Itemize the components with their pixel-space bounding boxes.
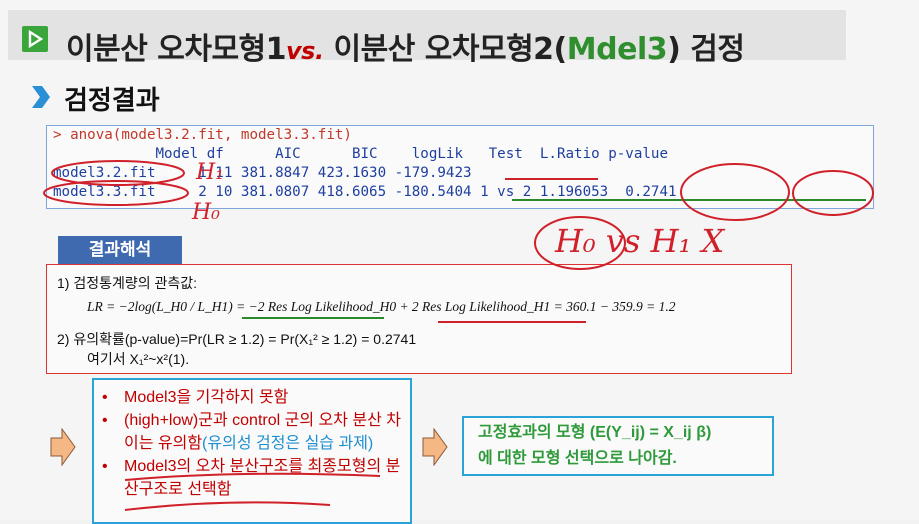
section-heading: 검정결과: [64, 86, 160, 116]
arrow-right-icon: [50, 428, 76, 466]
handwritten-note: H₀ vs H₁ X: [555, 222, 725, 260]
interpretation-tab: 결과해석: [58, 236, 182, 264]
item2-label: 2) 유의확률(p-value)=Pr(LR ≥ 1.2) = Pr(X₁² ≥…: [57, 331, 417, 347]
conclusion-bullet-2: (high+low)군과 control 군의 오차 분산 차이는 유의함(유의…: [102, 409, 410, 455]
title-vs: vs.: [286, 37, 324, 65]
title-part2: 이분산 오차모형2(: [333, 32, 568, 67]
console-command: > anova(model3.2.fit, model3.3.fit): [53, 127, 352, 143]
handwritten-h1: H₁: [196, 160, 225, 185]
interpretation-box: 1) 검정통계량의 관측값: LR = −2log(L_H0 / L_H1) =…: [46, 264, 792, 374]
conclusion-bullet-3: Model3의 오차 분산구조를 최종모형의 분산구조로 선택함: [102, 455, 410, 501]
title-model: Mdel3: [566, 32, 668, 67]
next-step-box: 고정효과의 모형 (E(Y_ij) = X_ij β) 에 대한 모형 선택으로…: [462, 416, 774, 476]
console-row-2: model3.3.fit 2 10 381.0807 418.6065 -180…: [53, 184, 677, 200]
slide: 이분산 오차모형1vs. 이분산 오차모형2(Mdel3) 검정 검정결과 > …: [0, 0, 919, 524]
arrow-right-icon: [422, 428, 448, 466]
conclusion-bullet-2-note: (유의성 검정은 실습 과제): [202, 435, 374, 452]
next-step-line-2: 에 대한 모형 선택으로 나아감.: [478, 450, 677, 467]
next-step-line-1: 고정효과의 모형 (E(Y_ij) = X_ij β): [478, 424, 712, 441]
item1-label: 1) 검정통계량의 관측값:: [57, 275, 198, 291]
title-part3: ) 검정: [667, 32, 745, 67]
item1-formula: LR = −2log(L_H0 / L_H1) = −2 Res Log Lik…: [87, 299, 676, 314]
console-row-1: model3.2.fit 1 11 381.8847 423.1630 -179…: [53, 165, 472, 181]
handwritten-h0: H₀: [192, 200, 221, 225]
item2-note: 여기서 X₁²~x²(1).: [87, 351, 190, 367]
r-console-output: > anova(model3.2.fit, model3.3.fit) Mode…: [46, 125, 874, 209]
title-bar: 이분산 오차모형1vs. 이분산 오차모형2(Mdel3) 검정: [8, 10, 846, 67]
conclusion-box: Model3을 기각하지 못함 (high+low)군과 control 군의 …: [92, 378, 412, 524]
title-part1: 이분산 오차모형1: [66, 32, 287, 67]
play-icon: [22, 26, 48, 52]
conclusion-bullet-1: Model3을 기각하지 못함: [102, 386, 410, 409]
page-title: 이분산 오차모형1vs. 이분산 오차모형2(Mdel3) 검정: [66, 24, 745, 68]
console-header: Model df AIC BIC logLik Test L.Ratio p-v…: [53, 146, 668, 162]
